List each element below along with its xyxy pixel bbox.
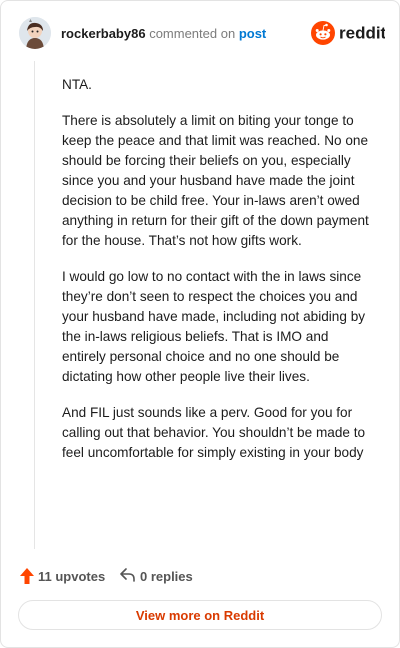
comment-paragraph: I would go low to no contact with the in… — [62, 269, 366, 384]
comment-header: rockerbaby86 commented on post reddit — [19, 17, 385, 51]
thread-line — [34, 61, 35, 549]
comment-byline: rockerbaby86 commented on post — [61, 26, 266, 42]
avatar[interactable] — [19, 17, 51, 49]
post-link[interactable]: post — [239, 26, 266, 41]
comment-paragraph: And FIL just sounds like a perv. Good fo… — [62, 405, 366, 460]
byline-action-text: commented on — [149, 26, 236, 41]
reddit-wordmark: reddit — [339, 24, 385, 43]
comment-body: NTA. There is absolutely a limit on biti… — [62, 75, 372, 479]
upvote-count: 11 upvotes — [38, 569, 106, 584]
comment-paragraph: There is absolutely a limit on biting yo… — [62, 113, 369, 248]
comment-embed-card: rockerbaby86 commented on post reddit NT… — [0, 0, 400, 648]
username-link[interactable]: rockerbaby86 — [61, 26, 146, 41]
view-more-button[interactable]: View more on Reddit — [18, 600, 382, 630]
reply-count: 0 replies — [140, 569, 193, 584]
reddit-snoo-icon — [311, 21, 335, 45]
reddit-logo[interactable]: reddit — [311, 20, 385, 46]
avatar-illustration-icon — [19, 17, 51, 49]
upvote-arrow-icon — [20, 568, 34, 584]
reply-arrow-icon — [120, 568, 135, 582]
comment-paragraph: NTA. — [62, 77, 92, 92]
